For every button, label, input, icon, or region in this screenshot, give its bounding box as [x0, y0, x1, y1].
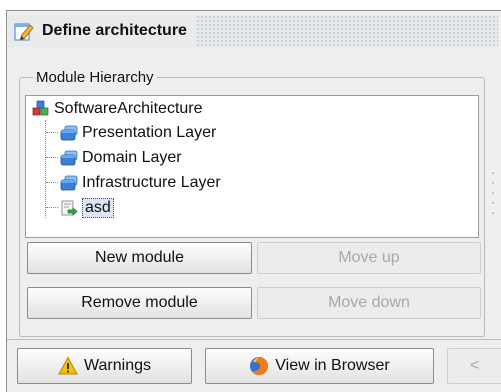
title-bar[interactable]: Define architecture: [8, 15, 498, 47]
tree-guide-branch: [46, 132, 58, 133]
warning-icon: [58, 356, 78, 375]
module-tree[interactable]: SoftwareArchitecture Presentation Layer …: [25, 95, 479, 238]
new-module-button[interactable]: New module: [27, 242, 252, 274]
tree-node-domain-layer[interactable]: Domain Layer: [60, 147, 182, 169]
remove-module-label: Remove module: [81, 294, 198, 311]
move-down-label: Move down: [328, 294, 410, 311]
tree-guide-line: [45, 120, 46, 218]
tree-node-presentation-layer[interactable]: Presentation Layer: [60, 122, 216, 144]
title-container: Define architecture: [8, 15, 197, 47]
layer-icon: [60, 175, 78, 191]
edit-pencil-icon: [14, 23, 34, 41]
tree-node-label: Presentation Layer: [82, 124, 217, 141]
architecture-cubes-icon: [32, 100, 49, 116]
remove-module-button[interactable]: Remove module: [27, 287, 252, 319]
resize-grip[interactable]: [491, 169, 495, 229]
tree-node-label: asd: [82, 198, 114, 218]
view-in-browser-button[interactable]: View in Browser: [205, 348, 434, 384]
back-button[interactable]: <: [447, 348, 501, 384]
back-label: <: [470, 357, 480, 374]
define-architecture-window: Define architecture Module Hierarchy Sof…: [6, 10, 501, 392]
tree-node-root[interactable]: SoftwareArchitecture: [32, 98, 203, 120]
tree-node-label: Domain Layer: [82, 149, 182, 166]
tree-node-infrastructure-layer[interactable]: Infrastructure Layer: [60, 172, 221, 194]
module-hierarchy-legend: Module Hierarchy: [33, 69, 157, 86]
window-title: Define architecture: [42, 22, 187, 39]
tree-guide-branch: [46, 207, 58, 208]
warnings-button[interactable]: Warnings: [17, 348, 192, 384]
footer-separator: [7, 339, 501, 340]
warnings-label: Warnings: [84, 357, 151, 374]
tree-node-asd[interactable]: asd: [60, 197, 114, 219]
move-down-button[interactable]: Move down: [257, 287, 481, 319]
move-up-label: Move up: [338, 249, 400, 266]
view-in-browser-label: View in Browser: [275, 357, 390, 374]
tree-node-label: SoftwareArchitecture: [54, 100, 203, 117]
tree-guide-branch: [46, 182, 58, 183]
module-arrow-icon: [61, 200, 78, 216]
tree-node-label: Infrastructure Layer: [82, 174, 221, 191]
layer-icon: [60, 125, 78, 141]
tree-guide-branch: [46, 157, 58, 158]
new-module-label: New module: [95, 249, 184, 266]
layer-icon: [60, 150, 78, 166]
move-up-button[interactable]: Move up: [257, 242, 481, 274]
firefox-icon: [250, 357, 269, 375]
